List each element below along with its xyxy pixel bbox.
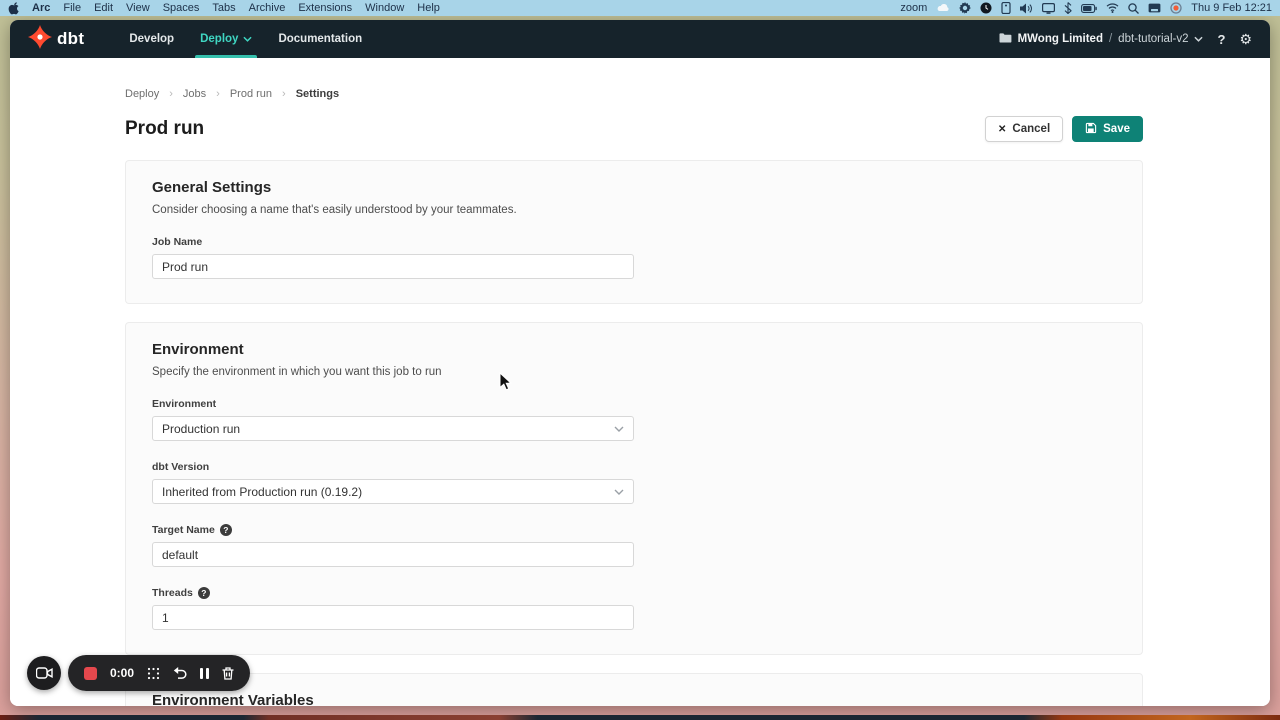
breadcrumb-jobs[interactable]: Jobs <box>183 88 206 100</box>
undo-arrow-icon <box>173 667 187 679</box>
browser-window: dbt Develop Deploy Documentation MWong L… <box>10 20 1270 706</box>
menu-item-extensions[interactable]: Extensions <box>298 2 352 14</box>
delete-recording-button[interactable] <box>222 667 234 680</box>
screen-mirroring-icon[interactable] <box>1148 3 1161 13</box>
environment-variables-card: Environment Variables Job level override… <box>125 673 1143 706</box>
chevron-down-icon <box>1194 33 1203 45</box>
menu-item-window[interactable]: Window <box>365 2 404 14</box>
target-name-help-icon[interactable]: ? <box>220 524 232 536</box>
breadcrumb-separator-icon: › <box>216 88 220 100</box>
menu-item-arc[interactable]: Arc <box>32 2 50 14</box>
clock-status-icon[interactable] <box>980 2 992 14</box>
drag-handle-button[interactable] <box>147 667 160 680</box>
nav-tab-develop[interactable]: Develop <box>116 20 187 58</box>
save-button-label: Save <box>1103 123 1130 135</box>
pause-recording-button[interactable] <box>200 668 209 679</box>
cancel-button[interactable]: ✕ Cancel <box>985 116 1063 142</box>
environment-variables-heading: Environment Variables <box>152 692 1116 706</box>
general-settings-heading: General Settings <box>152 179 1116 196</box>
general-settings-card: General Settings Consider choosing a nam… <box>125 160 1143 304</box>
dbt-version-select-value: Inherited from Production run (0.19.2) <box>162 485 362 499</box>
breadcrumb-deploy[interactable]: Deploy <box>125 88 159 100</box>
target-name-input[interactable] <box>152 542 634 567</box>
breadcrumb-separator-icon: › <box>282 88 286 100</box>
breadcrumb-settings: Settings <box>296 88 339 100</box>
account-name: MWong Limited <box>1018 33 1103 45</box>
breadcrumb: Deploy › Jobs › Prod run › Settings <box>125 88 1143 100</box>
restart-recording-button[interactable] <box>173 667 187 679</box>
menu-item-tabs[interactable]: Tabs <box>212 2 235 14</box>
environment-description: Specify the environment in which you wan… <box>152 366 1116 378</box>
general-settings-description: Consider choosing a name that's easily u… <box>152 204 1116 216</box>
camera-button[interactable] <box>27 656 61 690</box>
target-name-label: Target Name <box>152 524 215 536</box>
menu-item-view[interactable]: View <box>126 2 150 14</box>
job-settings-page: Deploy › Jobs › Prod run › Settings Prod… <box>10 58 1270 706</box>
nav-tab-deploy-label: Deploy <box>200 33 238 45</box>
dbt-logo-icon <box>28 25 52 54</box>
dbt-top-navbar: dbt Develop Deploy Documentation MWong L… <box>10 20 1270 58</box>
threads-input[interactable] <box>152 605 634 630</box>
account-project-separator: / <box>1109 33 1112 45</box>
volume-icon[interactable] <box>1020 3 1033 14</box>
menu-app-zoom[interactable]: zoom <box>900 2 927 14</box>
environment-card: Environment Specify the environment in w… <box>125 322 1143 655</box>
nav-tab-develop-label: Develop <box>129 33 174 45</box>
nav-tab-documentation[interactable]: Documentation <box>265 20 375 58</box>
settings-gear-icon[interactable]: ⚙ <box>1239 32 1252 46</box>
wifi-icon[interactable] <box>1106 3 1119 13</box>
save-button[interactable]: Save <box>1072 116 1143 142</box>
save-floppy-icon <box>1085 122 1097 137</box>
project-name: dbt-tutorial-v2 <box>1118 33 1188 45</box>
menubar-clock[interactable]: Thu 9 Feb 12:21 <box>1191 2 1272 14</box>
chevron-down-icon <box>614 489 624 495</box>
grid-dots-icon <box>147 667 160 680</box>
page-title: Prod run <box>125 118 204 140</box>
threads-label: Threads <box>152 587 193 599</box>
screen-recording-indicator[interactable] <box>1170 2 1182 14</box>
threads-help-icon[interactable]: ? <box>198 587 210 599</box>
widget-icon[interactable] <box>1001 2 1011 14</box>
dbt-version-select[interactable]: Inherited from Production run (0.19.2) <box>152 479 634 504</box>
menu-item-help[interactable]: Help <box>417 2 440 14</box>
environment-select[interactable]: Production run <box>152 416 634 441</box>
gear-status-icon[interactable] <box>959 2 971 14</box>
chevron-down-icon <box>614 426 624 432</box>
cloud-icon[interactable] <box>936 3 950 13</box>
dock-strip <box>0 715 1280 720</box>
folder-icon <box>998 32 1012 46</box>
help-icon[interactable]: ? <box>1217 32 1225 47</box>
breadcrumb-prod-run[interactable]: Prod run <box>230 88 272 100</box>
apple-menu-icon[interactable] <box>8 1 19 15</box>
dbt-brand[interactable]: dbt <box>28 25 84 54</box>
trash-icon <box>222 667 234 680</box>
account-project-switcher[interactable]: MWong Limited / dbt-tutorial-v2 <box>998 32 1204 46</box>
macos-menu-bar: Arc File Edit View Spaces Tabs Archive E… <box>0 0 1280 16</box>
job-name-input[interactable] <box>152 254 634 279</box>
menu-item-spaces[interactable]: Spaces <box>163 2 200 14</box>
spotlight-search-icon[interactable] <box>1128 3 1139 14</box>
screen-recorder-toolbar: 0:00 <box>27 655 250 691</box>
menu-item-archive[interactable]: Archive <box>249 2 286 14</box>
cancel-button-label: Cancel <box>1012 123 1050 135</box>
video-camera-icon <box>36 667 53 679</box>
chevron-down-icon <box>243 33 252 45</box>
job-name-label: Job Name <box>152 236 1116 248</box>
menu-item-file[interactable]: File <box>63 2 81 14</box>
environment-select-label: Environment <box>152 398 1116 410</box>
battery-icon[interactable] <box>1081 4 1097 13</box>
dbt-brand-text: dbt <box>57 29 84 49</box>
recording-timer: 0:00 <box>110 666 134 680</box>
nav-tab-deploy[interactable]: Deploy <box>187 20 265 58</box>
close-icon: ✕ <box>998 124 1006 135</box>
display-icon[interactable] <box>1042 3 1055 14</box>
bluetooth-icon[interactable] <box>1064 2 1072 14</box>
environment-select-value: Production run <box>162 422 240 436</box>
breadcrumb-separator-icon: › <box>169 88 173 100</box>
nav-tab-documentation-label: Documentation <box>278 33 362 45</box>
dbt-version-label: dbt Version <box>152 461 1116 473</box>
menu-item-edit[interactable]: Edit <box>94 2 113 14</box>
environment-heading: Environment <box>152 341 1116 358</box>
stop-recording-button[interactable] <box>84 667 97 680</box>
